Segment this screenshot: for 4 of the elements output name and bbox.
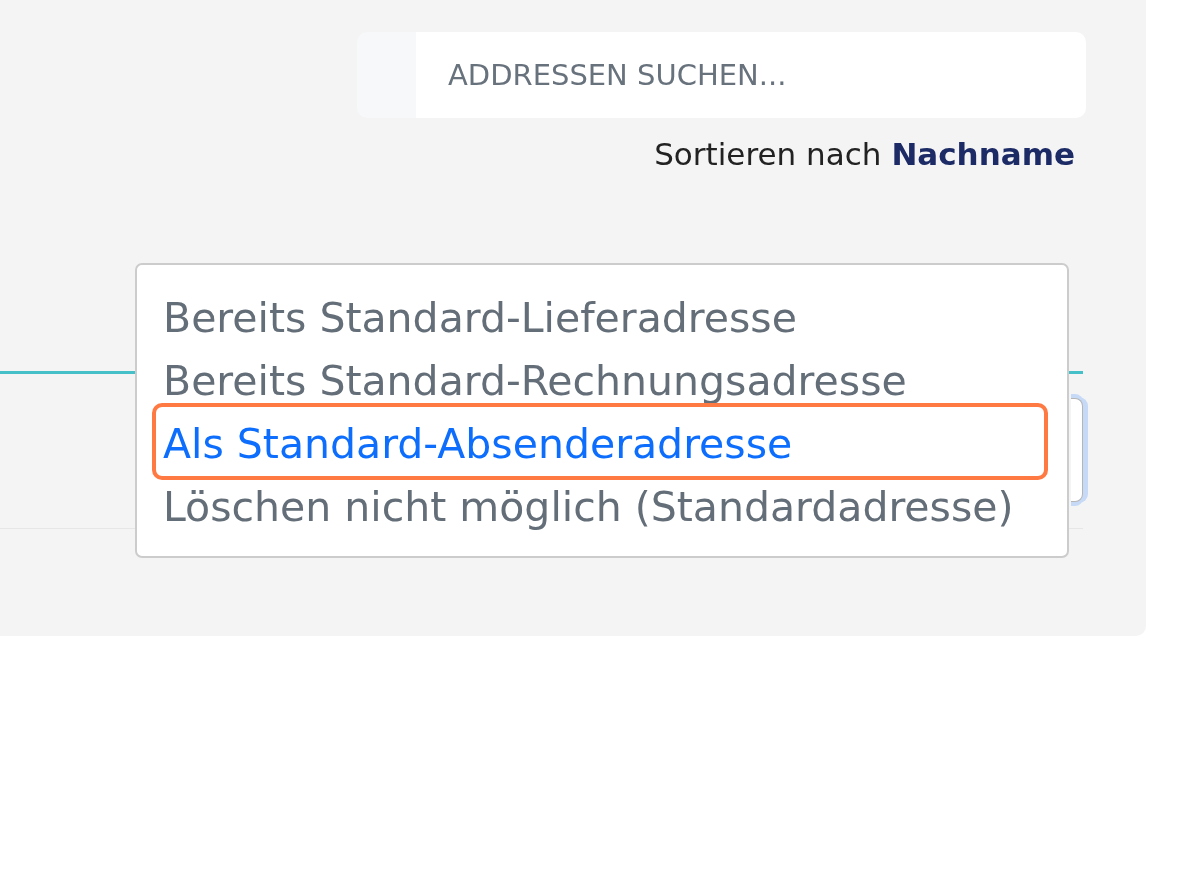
sort-label: Sortieren nach bbox=[654, 135, 882, 174]
search-field[interactable]: ADDRESSEN SUCHEN... bbox=[416, 32, 1086, 118]
sort-field-link[interactable]: Nachname bbox=[891, 134, 1075, 174]
menu-item[interactable]: Als Standard-Absenderadresse bbox=[163, 421, 793, 466]
